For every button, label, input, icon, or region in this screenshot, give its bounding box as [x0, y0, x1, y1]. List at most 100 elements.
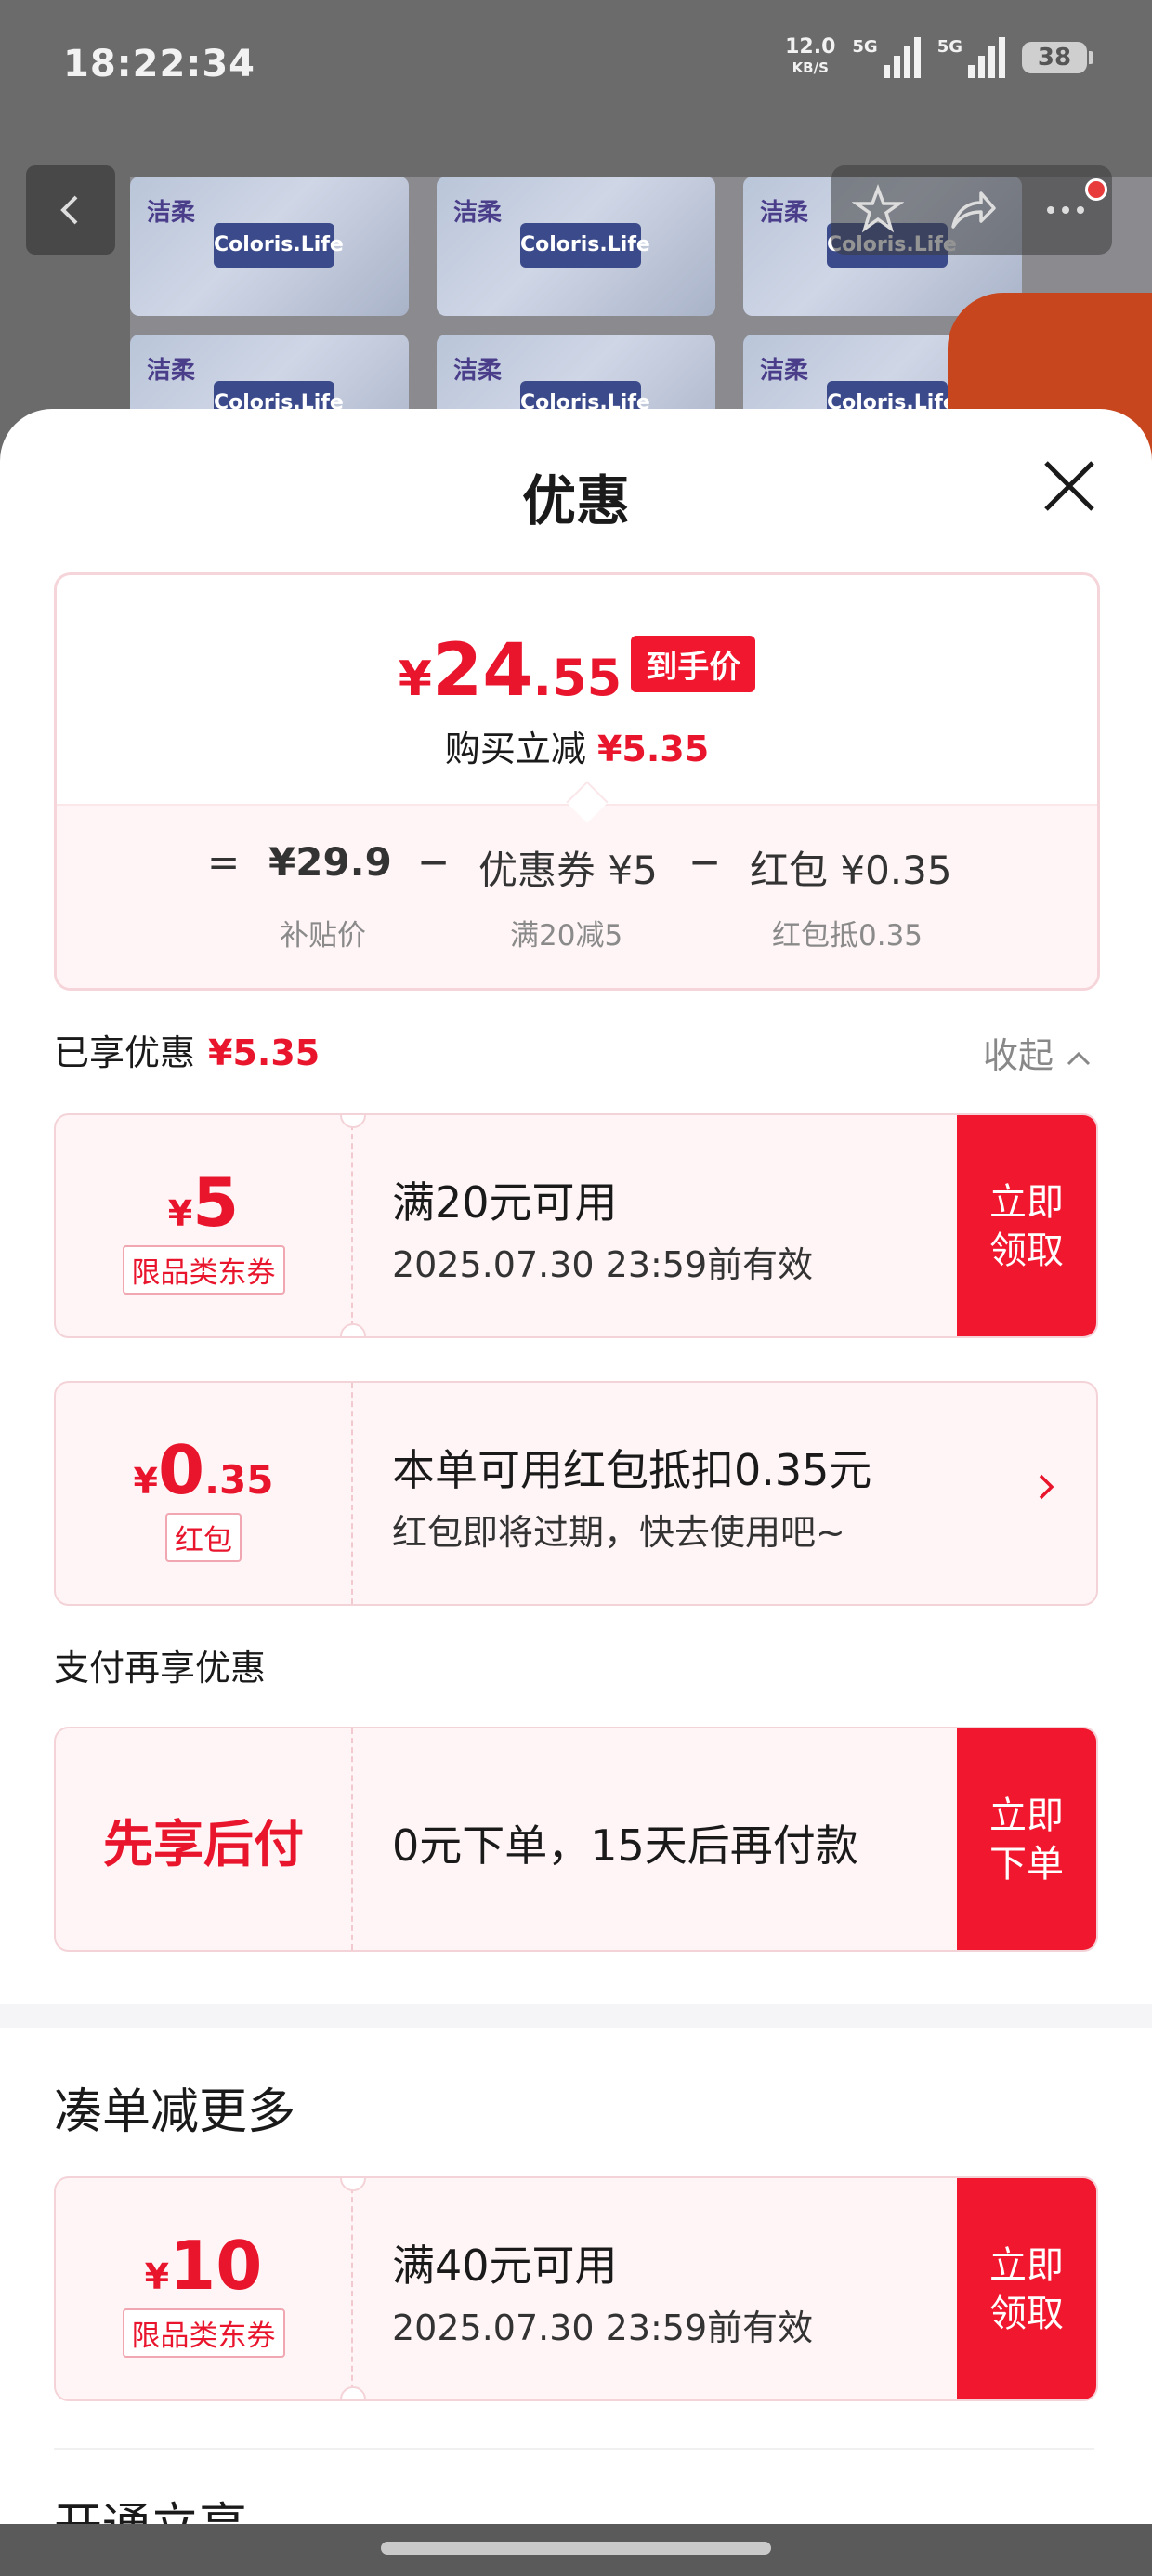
- coupon-condition: 满40元可用: [392, 2241, 618, 2291]
- coupon-type-tag: 限品类东券: [122, 1245, 285, 1295]
- final-price-dec: .55: [532, 649, 622, 707]
- coupon-value: ¥5 限品类东券: [56, 1115, 351, 1336]
- signal-icon: 5G: [937, 37, 1005, 78]
- enjoyed-label: 已享优惠: [54, 1032, 196, 1073]
- ticket-divider: [351, 1383, 353, 1604]
- coupon-card: ¥5 限品类东券 满20元可用 2025.07.30 23:59前有效 立即 领…: [54, 1113, 1098, 1338]
- currency-symbol: ¥: [144, 2256, 170, 2297]
- ticket-divider: [351, 1728, 353, 1950]
- chevron-left-icon: [60, 195, 78, 225]
- collapse-label: 收起: [983, 1035, 1054, 1076]
- more-icon[interactable]: [1040, 184, 1092, 236]
- redpacket-amount: 红包 ¥0.35: [750, 848, 952, 893]
- coupon-details: 满20元可用 2025.07.30 23:59前有效: [392, 1169, 813, 1287]
- brand-label: Coloris.Life: [520, 223, 650, 268]
- final-price-tag: 到手价: [631, 635, 756, 692]
- currency-symbol: ¥: [398, 651, 432, 707]
- claim-coupon-button[interactable]: 立即 领取: [957, 2178, 1096, 2399]
- more-section-title: 凑单减更多: [54, 2084, 296, 2140]
- coupon-condition: 满20元可用: [392, 1177, 618, 1228]
- signal-label: 5G: [852, 37, 878, 57]
- price-summary-card: ¥24.55 到手价 购买立减 ¥5.35 = ¥29.9 − 优惠券 ¥5 − …: [54, 572, 1100, 991]
- brand-glyph: 洁柔: [760, 357, 809, 385]
- share-icon[interactable]: [946, 184, 998, 236]
- claim-coupon-button[interactable]: 立即 领取: [957, 1115, 1096, 1336]
- coupon-amount: ¥5: [56, 1163, 351, 1242]
- signal-label: 5G: [936, 37, 962, 57]
- brand-glyph: 洁柔: [147, 199, 196, 227]
- brand-glyph: 洁柔: [760, 199, 809, 227]
- brand-label: Coloris.Life: [214, 223, 344, 268]
- pay-later-label: 先享后付: [103, 1814, 304, 1873]
- currency-symbol: ¥: [167, 1193, 193, 1234]
- claim-coupon-label: 立即 领取: [989, 2244, 1064, 2335]
- minus-sign: −: [417, 839, 451, 885]
- coupon-expiry: 2025.07.30 23:59前有效: [392, 1244, 814, 1285]
- redpacket-card[interactable]: ¥0.35 红包 本单可用红包抵扣0.35元 红包即将过期，快去使用吧~: [54, 1381, 1098, 1606]
- redpacket-amount-int: 0: [157, 1431, 205, 1509]
- redpacket-value: ¥0.35 红包: [56, 1383, 351, 1604]
- coupon-expiry: 2025.07.30 23:59前有效: [392, 2307, 814, 2348]
- pay-later-card: 先享后付 0元下单，15天后再付款 立即 下单: [54, 1727, 1098, 1952]
- reduce-label: 购买立减: [444, 729, 586, 769]
- top-actions: [831, 165, 1112, 255]
- subsidy-price: ¥29.9: [268, 839, 392, 885]
- redpacket-tag: 红包: [165, 1513, 242, 1562]
- divider-line: [54, 2448, 1094, 2450]
- pay-section-label: 支付再享优惠: [54, 1648, 267, 1689]
- brand-glyph: 洁柔: [147, 357, 196, 385]
- enjoyed-value: ¥5.35: [208, 1032, 321, 1073]
- signal-icon: 5G: [852, 37, 921, 78]
- brand-glyph: 洁柔: [453, 199, 503, 227]
- coupon-amount-value: 5: [192, 1163, 240, 1242]
- coupon-type-tag: 限品类东券: [122, 2308, 285, 2358]
- chevron-right-icon: [1039, 1474, 1054, 1500]
- net-speed-unit: KB/S: [792, 59, 829, 76]
- coupon-amount: 优惠券 ¥5: [478, 848, 658, 893]
- redpacket-details: 本单可用红包抵扣0.35元 红包即将过期，快去使用吧~: [392, 1437, 871, 1555]
- minus-sign: −: [688, 839, 722, 885]
- pay-later-text: 0元下单，15天后再付款: [392, 1820, 858, 1871]
- section-separator: [0, 2004, 1152, 2028]
- redpacket-caption: 红包抵0.35: [772, 919, 923, 953]
- ticket-divider: [351, 1115, 353, 1336]
- final-price-int: 24: [431, 629, 533, 713]
- subsidy-caption: 补贴价: [280, 919, 366, 953]
- redpacket-amount: ¥0.35: [56, 1431, 351, 1509]
- currency-symbol: ¥: [133, 1461, 158, 1502]
- coupon-value: ¥10 限品类东券: [56, 2178, 351, 2399]
- reduce-value: ¥5.35: [596, 729, 710, 769]
- coupon-caption: 满20减5: [510, 919, 623, 953]
- battery-icon: 38: [1022, 42, 1093, 73]
- coupon-amount-value: 10: [169, 2227, 263, 2305]
- chevron-up-icon: [1067, 1051, 1091, 1066]
- discount-sheet: 优惠 ¥24.55 到手价 购买立减 ¥5.35 = ¥29.9 − 优惠券 ¥5…: [0, 409, 1152, 2576]
- close-icon[interactable]: [1041, 457, 1098, 515]
- tissue-pack: 洁柔 Coloris.Life: [130, 177, 409, 316]
- order-now-button[interactable]: 立即 下单: [957, 1728, 1096, 1950]
- sheet-title: 优惠: [521, 469, 630, 532]
- notification-dot: [1085, 178, 1107, 201]
- order-now-label: 立即 下单: [989, 1794, 1064, 1886]
- equals-sign: =: [207, 839, 241, 885]
- final-price: ¥24.55: [399, 629, 622, 713]
- enjoyed-discount: 已享优惠 ¥5.35: [54, 1024, 320, 1075]
- net-speed-value: 12.0: [785, 35, 836, 59]
- home-indicator[interactable]: [381, 2542, 771, 2555]
- collapse-button[interactable]: 收起: [983, 1027, 1093, 1078]
- star-icon[interactable]: [852, 184, 905, 236]
- breakdown-row: = ¥29.9 − 优惠券 ¥5 − 红包 ¥0.35: [57, 839, 1097, 895]
- status-bar: 18:22:34 12.0 KB/S 5G 5G 38: [0, 0, 1152, 139]
- net-speed: 12.0 KB/S: [785, 37, 835, 78]
- reduce-summary: 购买立减 ¥5.35: [57, 720, 1097, 771]
- status-time: 18:22:34: [63, 43, 255, 85]
- redpacket-line1: 本单可用红包抵扣0.35元: [392, 1445, 872, 1495]
- ticket-divider: [351, 2178, 353, 2399]
- price-breakdown: = ¥29.9 − 优惠券 ¥5 − 红包 ¥0.35 补贴价 满20减5 红包…: [57, 804, 1097, 988]
- final-price-row: ¥24.55 到手价: [57, 629, 1097, 713]
- status-icons: 12.0 KB/S 5G 5G 38: [785, 37, 1093, 78]
- coupon-details: 满40元可用 2025.07.30 23:59前有效: [392, 2232, 813, 2350]
- back-button[interactable]: [26, 165, 115, 255]
- coupon-card: ¥10 限品类东券 满40元可用 2025.07.30 23:59前有效 立即 …: [54, 2176, 1098, 2401]
- redpacket-line2: 红包即将过期，快去使用吧~: [392, 1512, 845, 1553]
